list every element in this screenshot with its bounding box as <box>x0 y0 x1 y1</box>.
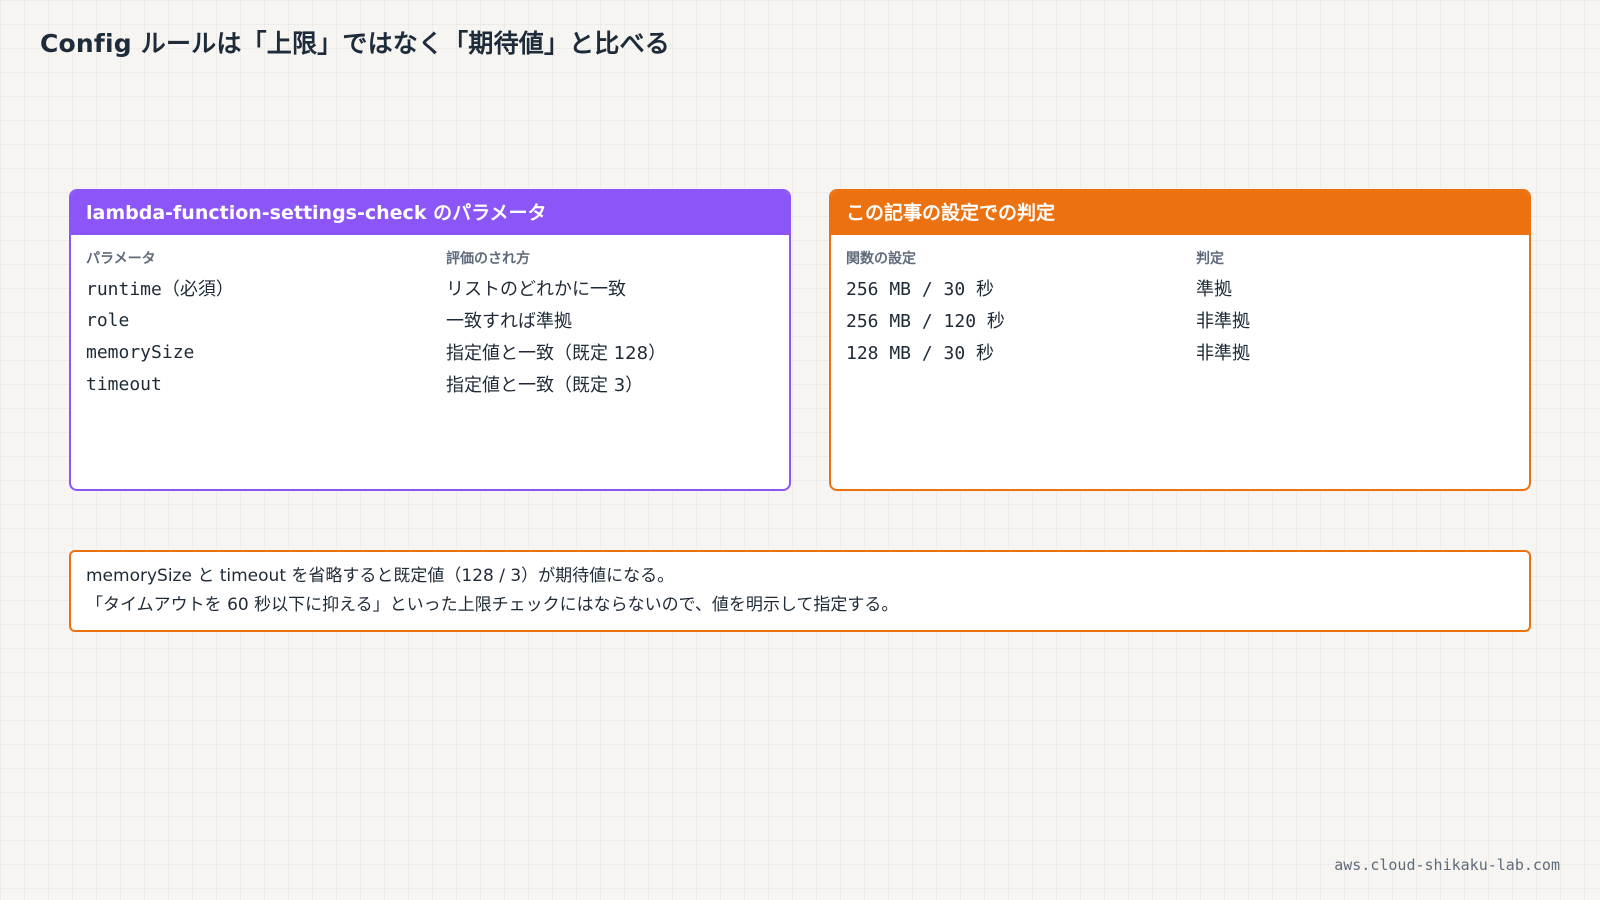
column-header-parameter: パラメータ <box>86 251 156 267</box>
page-title: Config ルールは「上限」ではなく「期待値」と比べる <box>40 29 670 58</box>
judgement-table-header: 関数の設定 判定 <box>846 247 1514 269</box>
parameters-card-header: lambda-function-settings-check のパラメータ <box>71 191 789 235</box>
note-line-1: memorySize と timeout を省略すると既定値（128 / 3）が… <box>86 566 675 586</box>
result-cell: 非準拠 <box>1196 311 1250 332</box>
parameter-name: role <box>86 309 130 331</box>
column-header-result: 判定 <box>1196 251 1224 267</box>
table-row: timeout 指定値と一致（既定 3） <box>86 368 774 400</box>
setting-cell: 128 MB / 30 秒 <box>846 343 995 364</box>
result-cell: 非準拠 <box>1196 343 1250 364</box>
evaluation-cell: 指定値と一致（既定 128） <box>446 343 667 364</box>
parameter-name: timeout <box>86 373 162 395</box>
evaluation-cell: リストのどれかに一致 <box>446 279 626 300</box>
parameter-suffix: （必須） <box>161 279 234 300</box>
parameters-table: パラメータ 評価のされ方 runtime（必須） リストのどれかに一致 role… <box>71 235 789 400</box>
parameters-table-header: パラメータ 評価のされ方 <box>86 247 774 269</box>
table-row: 128 MB / 30 秒 非準拠 <box>846 336 1514 368</box>
table-row: memorySize 指定値と一致（既定 128） <box>86 336 774 368</box>
parameters-card: lambda-function-settings-check のパラメータ パラ… <box>69 189 791 491</box>
parameter-cell: role <box>86 310 446 331</box>
table-row: role 一致すれば準拠 <box>86 304 774 336</box>
judgement-table: 関数の設定 判定 256 MB / 30 秒 準拠 256 MB / 120 秒… <box>831 235 1529 368</box>
setting-cell: 256 MB / 30 秒 <box>846 279 995 300</box>
judgement-card: この記事の設定での判定 関数の設定 判定 256 MB / 30 秒 準拠 25… <box>829 189 1531 491</box>
evaluation-cell: 指定値と一致（既定 3） <box>446 375 644 396</box>
parameter-cell: timeout <box>86 374 446 395</box>
footer-site: aws.cloud-shikaku-lab.com <box>1334 856 1560 874</box>
judgement-card-header: この記事の設定での判定 <box>831 191 1529 235</box>
parameter-name: memorySize <box>86 341 195 363</box>
parameter-cell: runtime（必須） <box>86 275 446 301</box>
evaluation-cell: 一致すれば準拠 <box>446 311 572 332</box>
setting-cell: 256 MB / 120 秒 <box>846 311 1005 332</box>
table-row: 256 MB / 30 秒 準拠 <box>846 272 1514 304</box>
table-row: runtime（必須） リストのどれかに一致 <box>86 272 774 304</box>
parameter-cell: memorySize <box>86 342 446 363</box>
note-box: memorySize と timeout を省略すると既定値（128 / 3）が… <box>69 550 1531 632</box>
table-row: 256 MB / 120 秒 非準拠 <box>846 304 1514 336</box>
parameter-name: runtime <box>86 279 162 300</box>
column-header-setting: 関数の設定 <box>846 251 916 267</box>
column-header-evaluation: 評価のされ方 <box>446 251 530 267</box>
result-cell: 準拠 <box>1196 279 1232 300</box>
note-line-2: 「タイムアウトを 60 秒以下に抑える」といった上限チェックにはならないので、値… <box>86 595 899 615</box>
